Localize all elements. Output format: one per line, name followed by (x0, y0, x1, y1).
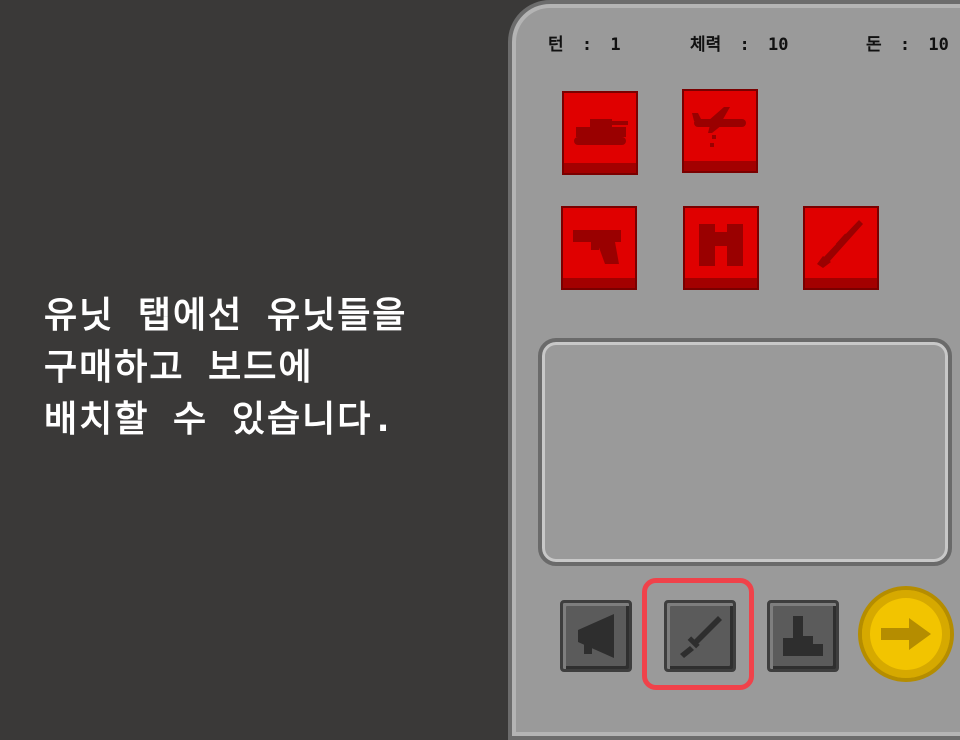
turn-value: 1 (610, 35, 621, 55)
turn-separator: : (581, 35, 593, 55)
arrow-right-icon (881, 618, 931, 650)
unit-card-bomber[interactable] (682, 89, 758, 173)
binoculars-icon (699, 224, 743, 266)
tab-megaphone[interactable] (560, 600, 632, 672)
tutorial-line-3: 배치할 수 있습니다. (44, 399, 396, 440)
tab-buildings[interactable] (767, 600, 839, 672)
unit-card-binoculars[interactable] (683, 206, 759, 290)
tab-knife[interactable] (664, 600, 736, 672)
health-separator: : (739, 35, 750, 55)
money-stat: 돈 : 10 (866, 30, 949, 55)
turn-stat: 턴 : 1 (548, 30, 621, 55)
unit-card-tank[interactable] (562, 91, 638, 175)
unit-card-sniper[interactable] (803, 206, 879, 290)
unit-info-box (538, 338, 952, 566)
next-turn-button[interactable] (858, 586, 954, 682)
money-separator: : (899, 35, 911, 55)
bomber-plane-icon (692, 107, 746, 147)
tank-icon (574, 119, 628, 145)
tutorial-text: 유닛 탭에선 유닛들을 구매하고 보드에 배치할 수 있습니다. (44, 290, 504, 446)
money-label: 돈 (866, 35, 882, 55)
buildings-icon (783, 616, 823, 656)
turn-label: 턴 (548, 35, 564, 55)
megaphone-icon (578, 614, 614, 658)
tutorial-line-2: 구매하고 보드에 (44, 347, 314, 388)
health-stat: 체력 : 10 (690, 30, 789, 55)
pistol-icon (573, 230, 621, 264)
stats-bar: 턴 : 1 체력 : 10 돈 : 10 (0, 30, 960, 55)
money-value: 10 (928, 35, 949, 55)
tutorial-line-1: 유닛 탭에선 유닛들을 (44, 295, 408, 336)
knife-icon (680, 616, 722, 658)
sniper-rifle-icon (817, 220, 863, 268)
health-value: 10 (768, 35, 789, 55)
health-label: 체력 (690, 35, 722, 55)
unit-card-pistol[interactable] (561, 206, 637, 290)
